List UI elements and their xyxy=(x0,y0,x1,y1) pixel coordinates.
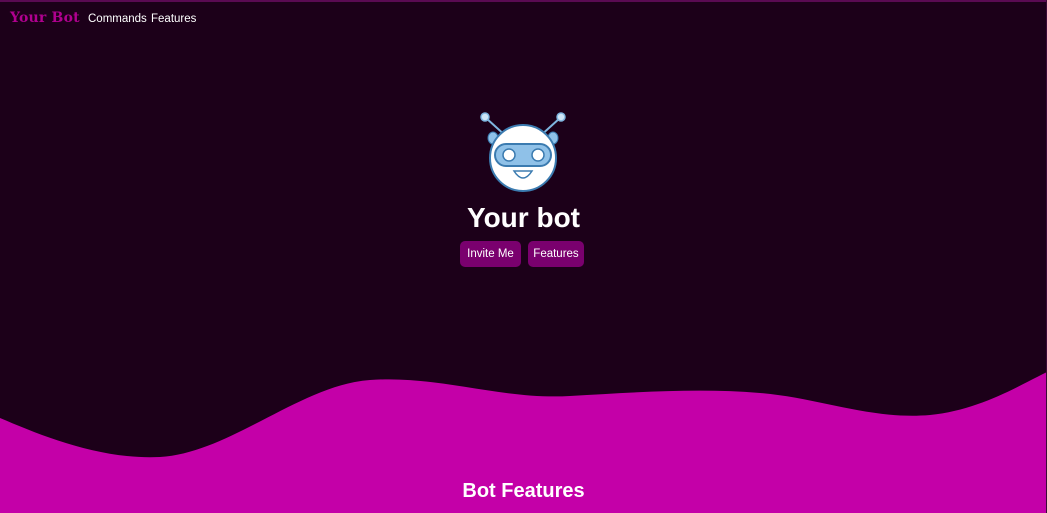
page: Your Bot Commands Features Your bot Invi… xyxy=(0,0,1047,513)
hero-title: Your bot xyxy=(466,202,580,233)
features-button[interactable]: Features xyxy=(528,241,584,267)
features-section-title: Bot Features xyxy=(462,480,585,502)
robot-icon xyxy=(480,112,566,192)
invite-button[interactable]: Invite Me xyxy=(460,241,521,267)
